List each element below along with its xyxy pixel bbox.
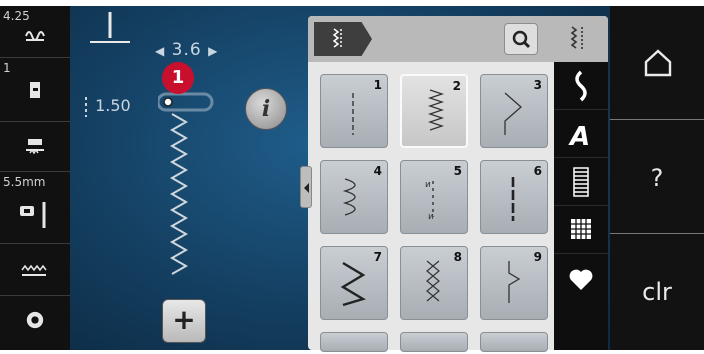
- favorites-icon: [569, 269, 593, 290]
- stitch-cell-7[interactable]: 7: [320, 246, 388, 320]
- search-icon: [512, 30, 531, 49]
- search-button[interactable]: [504, 23, 538, 55]
- stitch-category-icon: [332, 28, 342, 49]
- stitch-cell-8[interactable]: 8: [400, 246, 468, 320]
- needle-position-icon: [90, 12, 130, 43]
- collapse-panel-button[interactable]: [300, 166, 312, 208]
- stitch-selection-panel: 1 2 3 4 5 ии 6 7 8 9 A: [300, 16, 608, 352]
- zigzag-stitch-icon: [427, 89, 445, 131]
- quilt-stitch-tab[interactable]: [554, 206, 608, 254]
- stitch-length-icon: [85, 96, 87, 117]
- stitch-grid: 1 2 3 4 5 ии 6 7 8 9: [320, 74, 550, 352]
- stitch-list-icon[interactable]: [564, 24, 594, 54]
- home-button[interactable]: [610, 6, 704, 120]
- straight-stitch-icon: [352, 93, 354, 135]
- svg-text:и: и: [425, 180, 431, 190]
- svg-text:A: A: [568, 122, 590, 152]
- system-column: ? clr: [610, 6, 704, 350]
- help-button[interactable]: ?: [610, 120, 704, 234]
- stitch-length-control[interactable]: 1.50: [82, 96, 131, 117]
- bobbin-icon: [26, 311, 44, 329]
- stitch-cell-6[interactable]: 6: [480, 160, 548, 234]
- favorites-tab[interactable]: [554, 254, 608, 302]
- stitch-cell-12[interactable]: [480, 332, 548, 352]
- stitch-width-control[interactable]: ◀ 3.6 ▶: [155, 40, 218, 60]
- needle-plate-icon: [20, 202, 46, 228]
- presser-foot-icon: [30, 82, 40, 98]
- stitch-editor-area: ◀ 3.6 ▶ 1.50 1 i + 1 2 3 4 5 и и 6 7 8 9…: [70, 6, 610, 352]
- panel-header: [308, 16, 608, 62]
- running-stitch-icon: ии: [425, 180, 434, 222]
- stitch-wave-icon: [21, 264, 47, 276]
- presser-foot-indicator[interactable]: 1: [0, 58, 70, 122]
- thread-tension-icon: [25, 31, 45, 41]
- blind-hem-icon: [508, 261, 521, 303]
- home-icon: [644, 49, 672, 77]
- needle-indicator[interactable]: 5.5mm: [0, 172, 70, 244]
- width-increase-arrow[interactable]: ▶: [208, 44, 218, 58]
- tension-value: 4.25: [3, 9, 30, 23]
- svg-text:и: и: [428, 212, 434, 222]
- status-column: 4.25 1 5.5mm: [0, 6, 70, 350]
- info-button[interactable]: i: [245, 88, 287, 130]
- chevron-left-icon: [304, 183, 309, 193]
- stitch-cell-1[interactable]: 1: [320, 74, 388, 148]
- decorative-stitches-tab[interactable]: [554, 62, 608, 110]
- feed-dog-icon: [26, 139, 44, 155]
- width-decrease-arrow[interactable]: ◀: [155, 44, 165, 58]
- alphabet-tab[interactable]: A: [554, 110, 608, 158]
- needle-position-control[interactable]: [80, 6, 136, 58]
- blind-stitch-icon: [504, 92, 522, 135]
- category-tabs: A: [554, 62, 608, 350]
- presser-foot-number: 1: [3, 61, 11, 75]
- upper-thread-tension[interactable]: 4.25: [0, 6, 70, 58]
- practical-stitches-tab[interactable]: [314, 22, 372, 56]
- alphabet-icon: A: [568, 122, 590, 152]
- stitch-preview[interactable]: [158, 88, 218, 298]
- vari-overlock-icon: [342, 178, 356, 216]
- clear-button[interactable]: clr: [610, 234, 704, 348]
- triple-zigzag-icon: [340, 261, 366, 307]
- quilt-stitch-icon: [571, 219, 591, 239]
- sewing-machine-screen: 4.25 1 5.5mm ◀ 3.6 ▶ 1.50 1 i + 1 2 3 4 …: [0, 0, 704, 354]
- buttonhole-tab[interactable]: [554, 158, 608, 206]
- stitch-width-value: 3.6: [171, 40, 202, 60]
- triple-straight-icon: [511, 177, 515, 221]
- honeycomb-icon: [426, 260, 440, 302]
- stitch-plate-indicator[interactable]: [0, 244, 70, 296]
- needle-size: 5.5mm: [3, 175, 46, 189]
- stitch-cell-4[interactable]: 4: [320, 160, 388, 234]
- bobbin-indicator[interactable]: [0, 296, 70, 350]
- feed-dog-indicator[interactable]: [0, 122, 70, 172]
- stitch-cell-9[interactable]: 9: [480, 246, 548, 320]
- stitch-cell-5[interactable]: 5 ии: [400, 160, 468, 234]
- help-label: ?: [650, 164, 664, 192]
- stitch-cell-10[interactable]: [320, 332, 388, 352]
- stitch-cell-3[interactable]: 3: [480, 74, 548, 148]
- step-badge: 1: [162, 62, 194, 94]
- clear-label: clr: [642, 278, 672, 306]
- stitch-cell-11[interactable]: [400, 332, 468, 352]
- stitch-cell-2[interactable]: 2: [400, 74, 468, 148]
- buttonhole-icon: [573, 167, 589, 197]
- add-button[interactable]: +: [162, 299, 206, 343]
- stitch-length-value: 1.50: [95, 96, 131, 115]
- decorative-stitches-icon: [575, 70, 587, 102]
